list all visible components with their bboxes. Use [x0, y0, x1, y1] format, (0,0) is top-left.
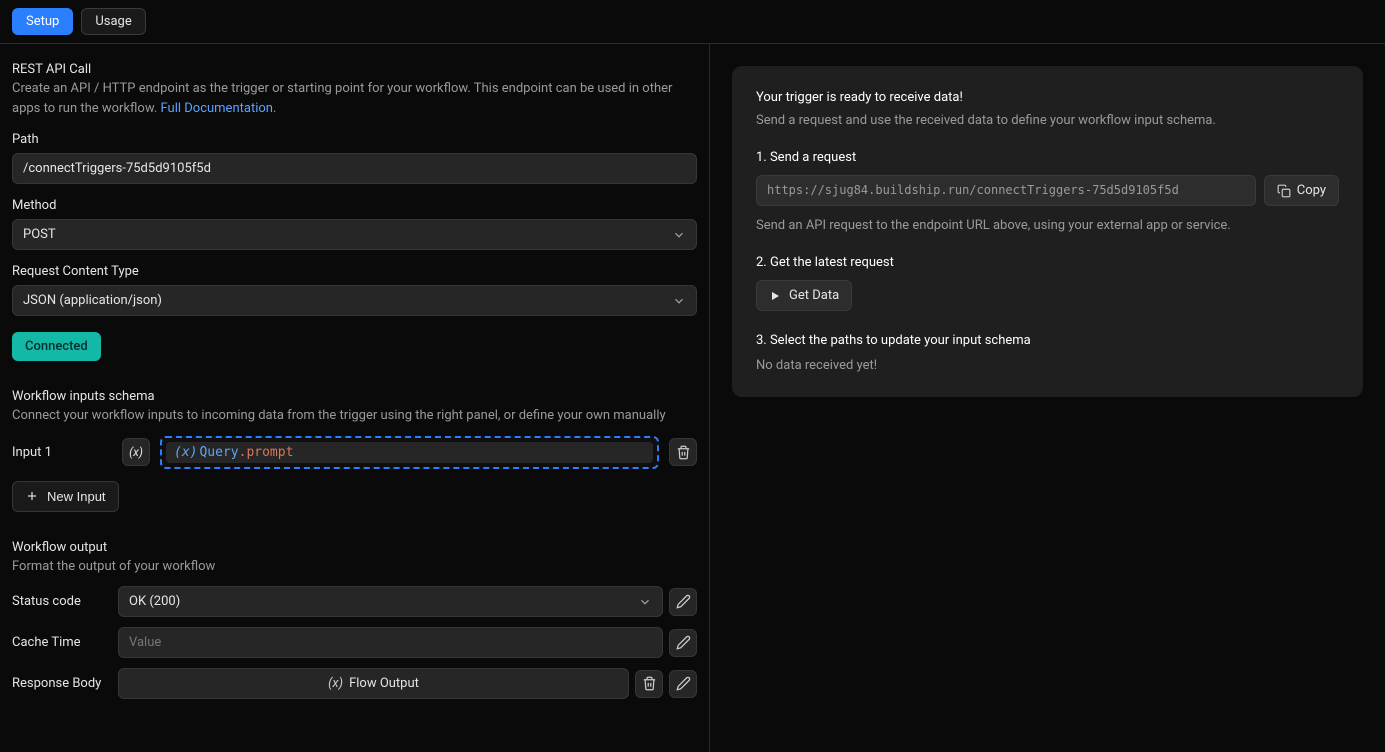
plus-icon — [25, 489, 39, 503]
endpoint-url-field[interactable]: https://sjug84.buildship.run/connectTrig… — [756, 175, 1256, 206]
step-1-title: 1. Send a request — [756, 150, 1339, 165]
step-2-title: 2. Get the latest request — [756, 255, 1339, 270]
response-body-field[interactable]: (x) Flow Output — [118, 668, 629, 699]
trigger-ready-title: Your trigger is ready to receive data! — [756, 90, 1339, 105]
chevron-down-icon — [672, 228, 686, 242]
trigger-ready-card: Your trigger is ready to receive data! S… — [732, 66, 1363, 397]
tab-setup[interactable]: Setup — [12, 8, 73, 35]
copy-button[interactable]: Copy — [1264, 175, 1339, 206]
edit-body-button[interactable] — [669, 670, 697, 698]
pencil-icon — [676, 676, 691, 691]
new-input-label: New Input — [47, 489, 106, 504]
inputs-schema-desc: Connect your workflow inputs to incoming… — [12, 406, 697, 426]
inputs-schema-title: Workflow inputs schema — [12, 389, 697, 404]
response-body-label: Response Body — [12, 676, 112, 691]
content-type-label: Request Content Type — [12, 264, 697, 279]
new-input-button[interactable]: New Input — [12, 481, 119, 512]
play-icon — [769, 290, 781, 302]
mapping-var-name: Query — [199, 445, 238, 460]
delete-body-button[interactable] — [635, 670, 663, 698]
step-3-title: 3. Select the paths to update your input… — [756, 333, 1339, 348]
content-type-value: JSON (application/json) — [23, 293, 162, 308]
workflow-output-title: Workflow output — [12, 540, 697, 555]
path-input[interactable] — [12, 153, 697, 184]
input-1-label: Input 1 — [12, 445, 112, 460]
tab-usage[interactable]: Usage — [81, 8, 145, 35]
copy-icon — [1277, 184, 1291, 198]
variable-button[interactable]: (x) — [122, 438, 150, 466]
full-documentation-link[interactable]: Full Documentation — [160, 101, 272, 116]
page-title: REST API Call — [12, 62, 697, 77]
chevron-down-icon — [672, 294, 686, 308]
variable-icon: (x) — [328, 676, 343, 691]
workflow-output-desc: Format the output of your workflow — [12, 557, 697, 577]
get-data-label: Get Data — [789, 288, 839, 303]
desc-text: Create an API / HTTP endpoint as the tri… — [12, 81, 672, 116]
mapping-suffix: .prompt — [239, 445, 294, 460]
pencil-icon — [676, 594, 691, 609]
status-code-select[interactable]: OK (200) — [118, 586, 663, 617]
left-panel: REST API Call Create an API / HTTP endpo… — [0, 44, 710, 752]
right-panel: Your trigger is ready to receive data! S… — [710, 44, 1385, 752]
cache-time-input[interactable] — [118, 627, 663, 658]
response-body-value: Flow Output — [349, 676, 419, 691]
trash-icon — [642, 676, 657, 691]
input-1-mapping[interactable]: (x) Query .prompt — [160, 436, 659, 469]
method-select[interactable]: POST — [12, 219, 697, 250]
method-value: POST — [23, 227, 56, 242]
delete-input-button[interactable] — [669, 438, 697, 466]
trash-icon — [676, 445, 691, 460]
content-type-select[interactable]: JSON (application/json) — [12, 285, 697, 316]
cache-time-label: Cache Time — [12, 635, 112, 650]
page-description: Create an API / HTTP endpoint as the tri… — [12, 79, 697, 118]
step-1-hint: Send an API request to the endpoint URL … — [756, 218, 1339, 233]
desc-suffix: . — [273, 101, 276, 116]
copy-label: Copy — [1297, 183, 1326, 198]
path-label: Path — [12, 132, 697, 147]
edit-status-button[interactable] — [669, 588, 697, 616]
edit-cache-button[interactable] — [669, 629, 697, 657]
variable-icon: (x) — [174, 445, 197, 460]
tabs-bar: Setup Usage — [0, 0, 1385, 44]
no-data-text: No data received yet! — [756, 358, 1339, 373]
status-code-value: OK (200) — [129, 594, 180, 609]
get-data-button[interactable]: Get Data — [756, 280, 852, 311]
trigger-ready-desc: Send a request and use the received data… — [756, 113, 1339, 128]
status-code-label: Status code — [12, 594, 112, 609]
method-label: Method — [12, 198, 697, 213]
pencil-icon — [676, 635, 691, 650]
chevron-down-icon — [638, 595, 652, 609]
connected-badge: Connected — [12, 332, 101, 361]
